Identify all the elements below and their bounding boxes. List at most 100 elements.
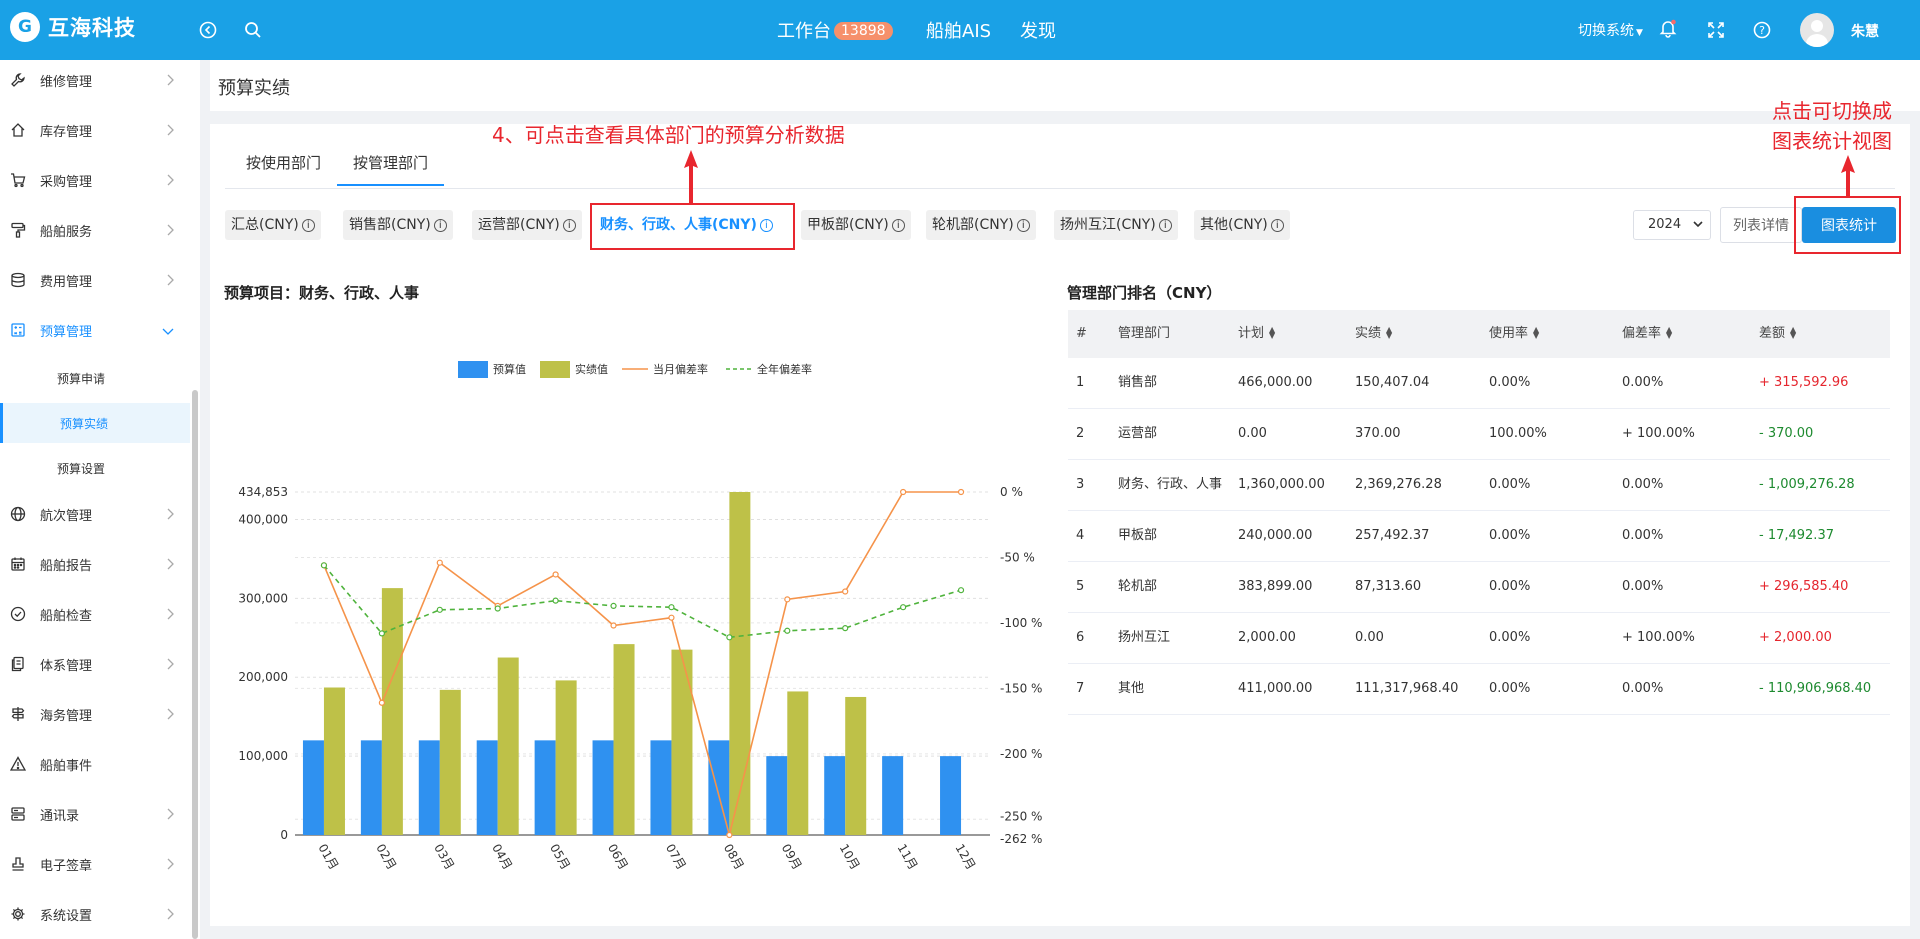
chevron-right-icon (166, 808, 174, 824)
chart-title: 预算项目：财务、行政、人事 (224, 284, 420, 302)
y-tick-label: 100,000 (238, 749, 288, 763)
list-detail-button[interactable]: 列表详情 (1720, 207, 1802, 243)
info-icon: i (891, 219, 905, 232)
sort-icon: ▲ ▼ (1533, 325, 1540, 340)
sidebar-item-settings[interactable]: 系统设置 (0, 894, 190, 934)
line-point (378, 699, 385, 706)
back-icon[interactable] (196, 18, 220, 42)
pill-yangzhou[interactable]: 扬州互江(CNY) i (1054, 210, 1178, 240)
tab-usage-dept[interactable]: 按使用部门 (230, 144, 337, 186)
cell-difference: + 315,592.96 (1759, 375, 1849, 390)
pill-engine[interactable]: 轮机部(CNY) i (926, 210, 1036, 240)
table-row[interactable]: 5 轮机部 383,899.00 87,313.60 0.00% 0.00% + 296,5… (1068, 562, 1890, 613)
sidebar-item-ship-service[interactable]: 船舶服务 (0, 210, 190, 250)
sidebar-item-ship-report[interactable]: 船舶报告 (0, 544, 190, 584)
col-actual[interactable]: 实绩 ▲ ▼ (1347, 326, 1481, 342)
cell-actual: 87,313.60 (1355, 579, 1422, 594)
line-point (320, 562, 328, 569)
sidebar-item-marine[interactable]: 海务管理 (0, 694, 190, 734)
check-circle-icon (10, 606, 26, 622)
pill-sales[interactable]: 销售部(CNY) i (343, 210, 453, 240)
bar-budget (650, 740, 672, 835)
cell-no: 5 (1076, 579, 1085, 594)
cell-dept: 其他 (1118, 681, 1145, 696)
sidebar-item-system-mgmt[interactable]: 体系管理 (0, 644, 190, 684)
switch-system-dropdown[interactable]: 切换系统 ▼ (1578, 20, 1643, 40)
pill-deck[interactable]: 甲板部(CNY) i (801, 210, 911, 240)
cell-dept: 扬州互江 (1118, 630, 1171, 645)
nav-ais[interactable]: 船舶AIS (926, 17, 991, 43)
table-body: 1 销售部 466,000.00 150,407.04 0.00% 0.00% + 315,… (1068, 358, 1890, 715)
budget-chart: 预算值 实绩值 当月偏差率 全年偏差率 0 100,000 200,000 300,000 40… (238, 361, 1042, 873)
line-point (668, 604, 675, 611)
sidebar-item-contacts[interactable]: 通讯录 (0, 794, 190, 834)
cell-deviation: + 100.00% (1622, 630, 1695, 645)
brand-logo[interactable]: G 互海科技 (10, 12, 136, 42)
sidebar-item-e-signature[interactable]: 电子签章 (0, 844, 190, 884)
ranking-title: 管理部门排名（CNY） (1067, 284, 1222, 302)
sidebar-sub-budget-settings[interactable]: 预算设置 (0, 448, 190, 488)
chevron-right-icon (166, 74, 174, 90)
annotation-highlight-chart-button (1794, 196, 1901, 254)
pill-label: 轮机部(CNY) (932, 217, 1014, 233)
pill-operations[interactable]: 运营部(CNY) i (472, 210, 582, 240)
col-usage[interactable]: 使用率 ▲ ▼ (1481, 326, 1614, 342)
globe-icon (10, 506, 26, 522)
help-icon[interactable]: ? (1750, 18, 1774, 42)
table-row[interactable]: 1 销售部 466,000.00 150,407.04 0.00% 0.00% + 315,… (1068, 358, 1890, 409)
bar-budget (824, 756, 846, 835)
logo-mark: G (10, 12, 40, 42)
sidebar-item-maintenance[interactable]: 维修管理 (0, 60, 190, 100)
sidebar-scrollbar[interactable] (192, 390, 198, 939)
line-point (784, 596, 791, 603)
tab-management-dept[interactable]: 按管理部门 (337, 144, 445, 186)
sidebar-sub-budget-apply[interactable]: 预算申请 (0, 358, 190, 398)
sidebar-item-ship-inspection[interactable]: 船舶检查 (0, 594, 190, 634)
cell-plan: 2,000.00 (1238, 630, 1296, 645)
sidebar-item-voyage[interactable]: 航次管理 (0, 494, 190, 534)
chevron-down-icon (1693, 211, 1703, 239)
table-row[interactable]: 7 其他 411,000.00 111,317,968.40 0.00% 0.00% - 1… (1068, 664, 1890, 715)
bar-actual (555, 680, 577, 835)
avatar[interactable] (1800, 13, 1834, 47)
search-icon[interactable] (241, 18, 265, 42)
table-row[interactable]: 2 运营部 0.00 370.00 100.00% + 100.00% - 370.00 (1068, 409, 1890, 460)
annotation-highlight-pill (590, 203, 795, 250)
pill-label: 扬州互江(CNY) (1060, 217, 1156, 233)
pill-summary[interactable]: 汇总(CNY) i (225, 210, 321, 240)
sidebar-item-label: 费用管理 (40, 274, 93, 290)
x-tick-label: 12月 (952, 842, 978, 873)
table-row[interactable]: 3 财务、行政、人事 1,360,000.00 2,369,276.28 0.00% 0.… (1068, 460, 1890, 511)
fullscreen-icon[interactable] (1704, 18, 1728, 42)
top-header: G 互海科技 工作台 13898 船舶AIS 发现 切换系统 ▼ ? 朱慧 (0, 0, 1920, 60)
pill-other[interactable]: 其他(CNY) i (1194, 210, 1290, 240)
table-row[interactable]: 6 扬州互江 2,000.00 0.00 0.00% + 100.00% + 2,000.0… (1068, 613, 1890, 664)
chevron-right-icon (166, 508, 174, 524)
sidebar-item-ship-events[interactable]: 船舶事件 (0, 744, 190, 784)
sidebar-item-procurement[interactable]: 采购管理 (0, 160, 190, 200)
sidebar-item-budget[interactable]: 预算管理 (0, 310, 190, 350)
year-select[interactable]: 2024 (1633, 210, 1711, 240)
bell-icon[interactable] (1656, 16, 1680, 40)
y2-tick-label: -50 % (1000, 550, 1035, 564)
legend-swatch (540, 361, 570, 378)
nav-discover[interactable]: 发现 (1020, 17, 1056, 43)
cell-deviation: 0.00% (1622, 681, 1664, 696)
col-plan[interactable]: 计划 ▲ ▼ (1230, 326, 1347, 342)
sidebar-item-expenses[interactable]: 费用管理 (0, 260, 190, 300)
col-deviation[interactable]: 偏差率 ▲ ▼ (1614, 326, 1751, 342)
user-name[interactable]: 朱慧 (1851, 21, 1879, 41)
cell-difference: - 1,009,276.28 (1759, 477, 1855, 492)
sidebar-sub-budget-actual[interactable]: 预算实绩 (0, 403, 190, 443)
line-point (436, 559, 443, 566)
col-difference[interactable]: 差额 ▲ ▼ (1751, 326, 1890, 342)
line-point (957, 587, 965, 594)
sidebar-item-inventory[interactable]: 库存管理 (0, 110, 190, 150)
table-row[interactable]: 4 甲板部 240,000.00 257,492.37 0.00% 0.00% - 17,4… (1068, 511, 1890, 562)
info-icon: i (1016, 219, 1030, 232)
col-label: 偏差率 (1622, 326, 1662, 341)
switch-system-label: 切换系统 (1578, 23, 1634, 39)
nav-workbench[interactable]: 工作台 13898 (777, 17, 893, 43)
cart-icon (10, 172, 26, 188)
caret-down-icon: ▼ (1636, 28, 1643, 38)
